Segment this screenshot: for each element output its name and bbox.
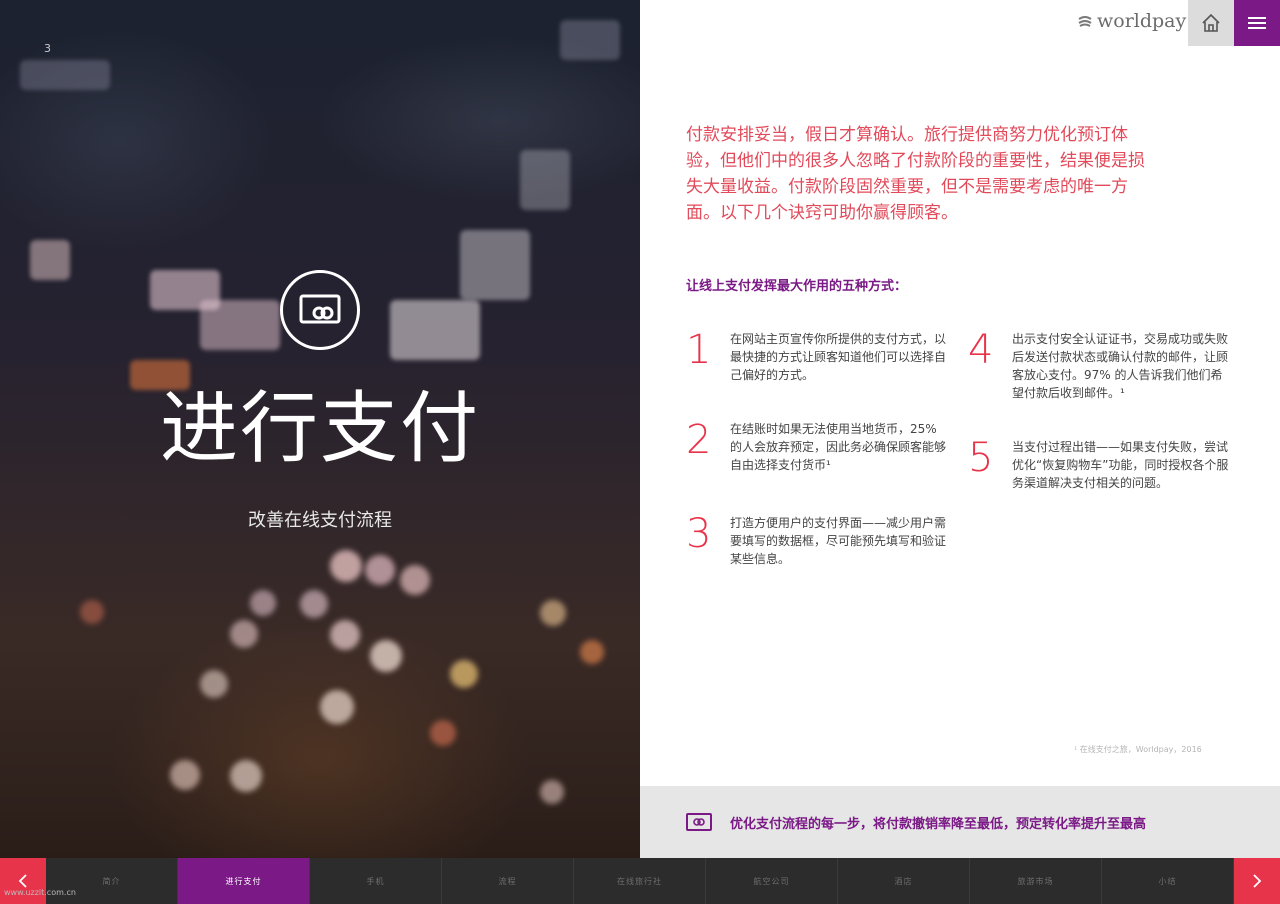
content-panel: worldpay 付款安排妥当，假日才算确认。旅行提供商努力优化预订体验，但他们…: [640, 0, 1280, 858]
bokeh-light: [230, 620, 258, 648]
callout-text: 优化支付流程的每一步，将付款撤销率降至最低，预定转化率提升至最高: [730, 816, 1147, 832]
hero-subtitle: 改善在线支付流程: [248, 510, 392, 531]
tip-number: 5: [968, 435, 994, 481]
bokeh-light: [20, 60, 110, 90]
tip-2: 2 在结账时如果无法使用当地货币，25% 的人会放弃预定，因此务必确保顾客能够自…: [686, 417, 946, 480]
bokeh-light: [170, 760, 200, 790]
bokeh-light: [330, 620, 360, 650]
chevron-left-icon: [18, 874, 27, 888]
tip-number: 4: [968, 327, 994, 373]
tip-1: 1 在网站主页宣传你所提供的支付方式，以最快捷的方式让顾客知道他们可以选择自己偏…: [686, 327, 946, 390]
payment-card-icon: [280, 270, 360, 350]
tip-text: 在结账时如果无法使用当地货币，25% 的人会放弃预定，因此务必确保顾客能够自由选…: [730, 422, 947, 472]
bokeh-light: [400, 565, 430, 595]
callout-banner: 优化支付流程的每一步，将付款撤销率降至最低，预定转化率提升至最高: [640, 786, 1280, 858]
tip-number: 1: [686, 327, 712, 373]
bokeh-light: [320, 690, 354, 724]
tips-heading: 让线上支付发挥最大作用的五种方式：: [686, 279, 908, 294]
tip-5: 5 当支付过程出错——如果支付失败，尝试优化“恢复购物车”功能，同时授权各个服务…: [968, 435, 1228, 498]
tab-hotels[interactable]: 酒店: [838, 858, 970, 904]
menu-button[interactable]: [1234, 0, 1280, 46]
tab-summary[interactable]: 小结: [1102, 858, 1234, 904]
bokeh-light: [540, 780, 564, 804]
bokeh-light: [560, 20, 620, 60]
bokeh-light: [330, 550, 362, 582]
intro-paragraph: 付款安排妥当，假日才算确认。旅行提供商努力优化预订体验，但他们中的很多人忽略了付…: [686, 125, 1145, 223]
tip-4: 4 出示支付安全认证证书，交易成功或失败后发送付款状态或确认付款的邮件，让顾客放…: [968, 327, 1228, 402]
worldpay-mark-icon: [1078, 16, 1092, 27]
tip-number: 2: [686, 417, 712, 463]
home-button[interactable]: [1188, 0, 1234, 46]
bokeh-light: [250, 590, 276, 616]
hero-title: 进行支付: [159, 384, 480, 474]
worldpay-logo[interactable]: worldpay: [1077, 10, 1186, 32]
tab-travel-market[interactable]: 旅游市场: [970, 858, 1102, 904]
prev-page-button[interactable]: [0, 858, 46, 904]
bokeh-light: [450, 660, 478, 688]
payment-card-icon: [686, 813, 712, 831]
page-number: 3: [44, 42, 51, 55]
tab-ota[interactable]: 在线旅行社: [574, 858, 706, 904]
tab-mobile[interactable]: 手机: [310, 858, 442, 904]
bokeh-light: [300, 590, 328, 618]
tip-number: 3: [686, 511, 712, 557]
home-icon: [1202, 13, 1220, 32]
logo-text: worldpay: [1097, 10, 1187, 32]
tip-text: 在网站主页宣传你所提供的支付方式，以最快捷的方式让顾客知道他们可以选择自己偏好的…: [730, 332, 947, 382]
bokeh-light: [430, 720, 456, 746]
bokeh-light: [200, 300, 280, 350]
watermark: www.uzzit.com.cn: [4, 888, 76, 897]
tab-intro[interactable]: 简介: [46, 858, 178, 904]
tip-text: 当支付过程出错——如果支付失败，尝试优化“恢复购物车”功能，同时授权各个服务渠道…: [1012, 440, 1229, 490]
bokeh-light: [520, 150, 570, 210]
tab-payment[interactable]: 进行支付: [178, 858, 310, 904]
bokeh-light: [365, 555, 395, 585]
bokeh-light: [200, 670, 228, 698]
next-page-button[interactable]: [1234, 858, 1280, 904]
bokeh-light: [230, 760, 262, 792]
tip-text: 打造方便用户的支付界面——减少用户需要填写的数据框，尽可能预先填写和验证某些信息…: [730, 516, 947, 566]
hamburger-menu-icon: [1248, 17, 1266, 29]
bokeh-light: [80, 600, 104, 624]
tab-airlines[interactable]: 航空公司: [706, 858, 838, 904]
bokeh-light: [540, 600, 566, 626]
tip-text: 出示支付安全认证证书，交易成功或失败后发送付款状态或确认付款的邮件，让顾客放心支…: [1012, 332, 1229, 400]
footnote: ¹ 在线支付之旅，Worldpay，2016: [1074, 745, 1202, 754]
tab-process[interactable]: 流程: [442, 858, 574, 904]
bokeh-light: [370, 640, 402, 672]
tip-3: 3 打造方便用户的支付界面——减少用户需要填写的数据框，尽可能预先填写和验证某些…: [686, 511, 946, 574]
bokeh-light: [30, 240, 70, 280]
bokeh-light: [460, 230, 530, 300]
chevron-right-icon: [1253, 874, 1262, 888]
section-nav: 简介 进行支付 手机 流程 在线旅行社 航空公司 酒店 旅游市场 小结: [0, 858, 1280, 904]
bokeh-light: [390, 300, 480, 360]
bokeh-light: [580, 640, 604, 664]
nav-tabs: 简介 进行支付 手机 流程 在线旅行社 航空公司 酒店 旅游市场 小结: [46, 858, 1234, 904]
hero-panel: 3 进行支付 改善在线支付流程: [0, 0, 640, 858]
